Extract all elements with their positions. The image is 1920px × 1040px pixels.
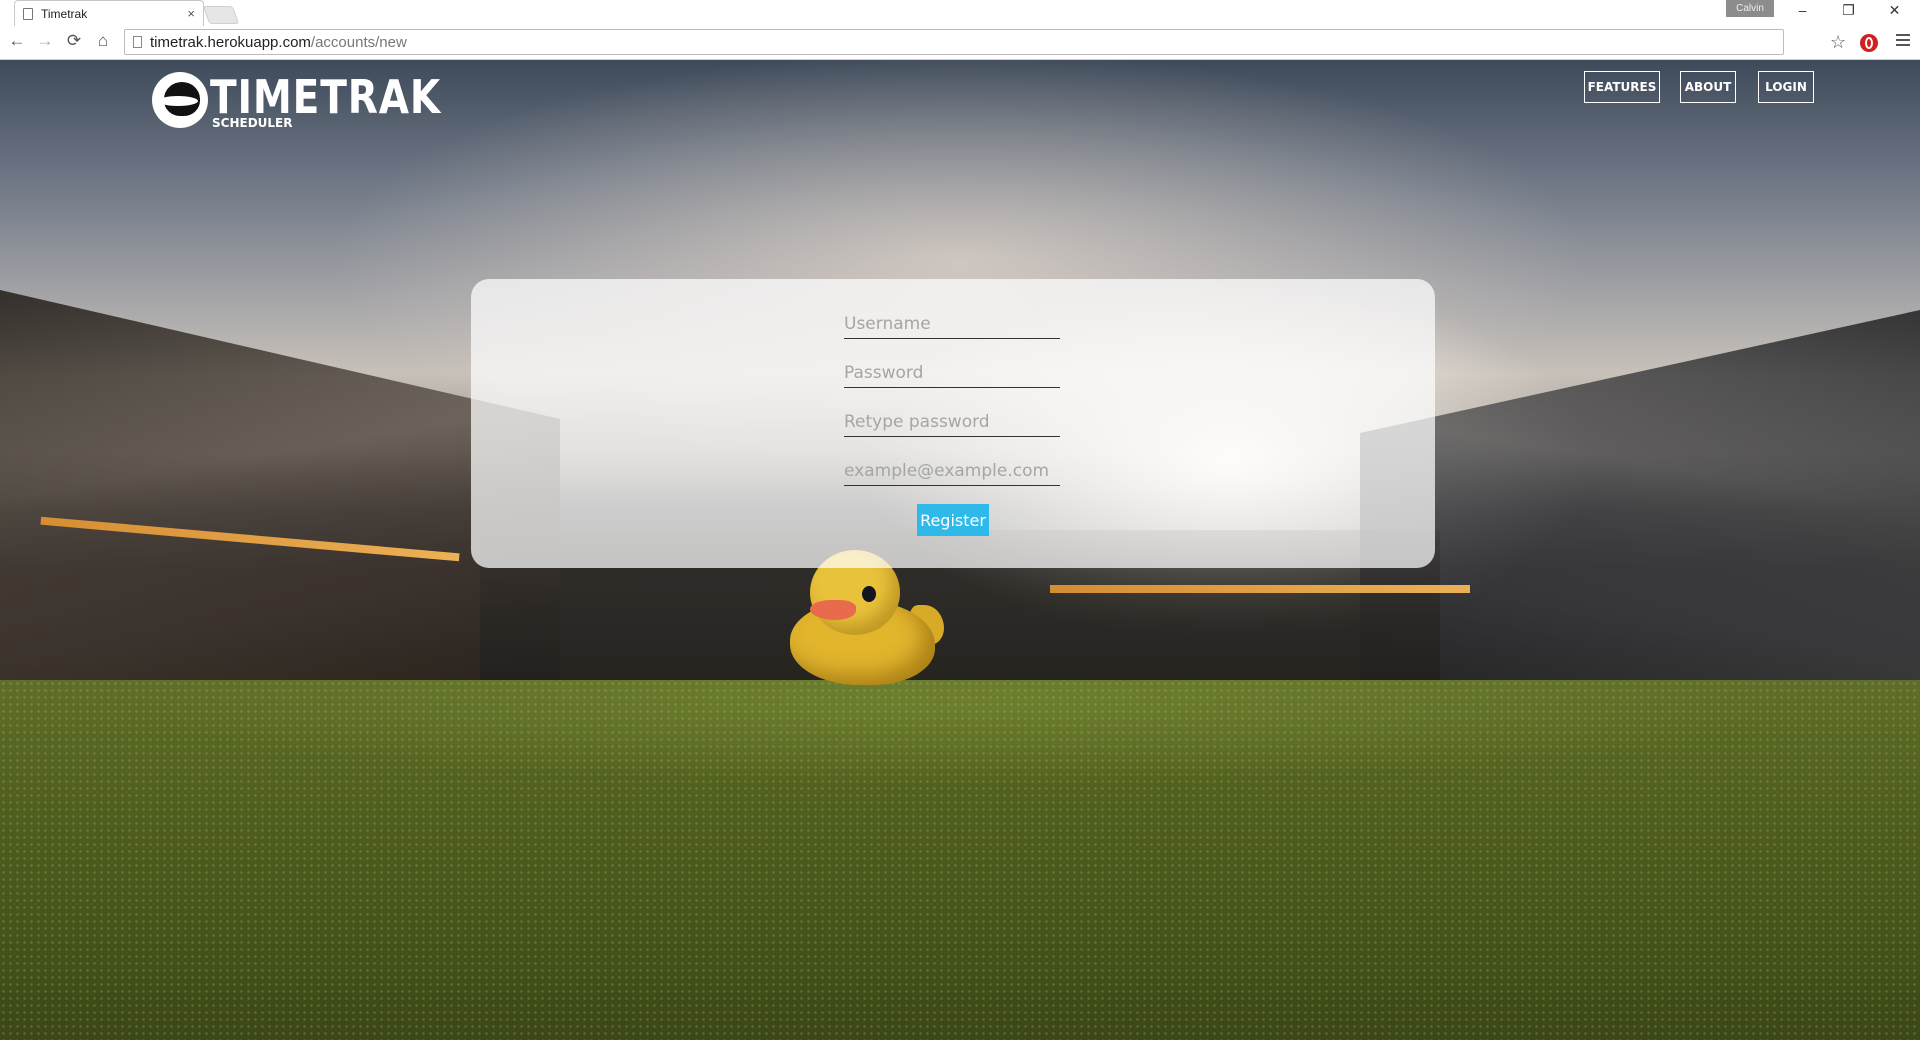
- page-icon: [23, 7, 33, 20]
- site-logo[interactable]: TIMETRAK SCHEDULER: [152, 70, 440, 132]
- stadium-light-stripe: [1050, 585, 1470, 593]
- grass-field: [0, 680, 1920, 1040]
- page-viewport: TIMETRAK SCHEDULER FEATURES ABOUT LOGIN …: [0, 60, 1920, 1040]
- registration-form-panel: Register: [471, 279, 1435, 568]
- nav-about-link[interactable]: ABOUT: [1680, 71, 1736, 103]
- restore-icon[interactable]: ❐: [1826, 2, 1871, 19]
- url-host: timetrak.herokuapp.com: [150, 33, 311, 51]
- address-bar[interactable]: timetrak.herokuapp.com/accounts/new: [124, 29, 1784, 55]
- home-icon[interactable]: ⌂: [92, 31, 114, 51]
- retype-password-input[interactable]: [844, 407, 1060, 437]
- close-tab-icon[interactable]: ×: [187, 6, 195, 21]
- nav-features-link[interactable]: FEATURES: [1584, 71, 1660, 103]
- page-info-icon[interactable]: [133, 36, 142, 48]
- browser-toolbar: ← → ⟳ ⌂ timetrak.herokuapp.com/accounts/…: [0, 26, 1920, 60]
- back-icon[interactable]: ←: [6, 31, 28, 51]
- url-path: /accounts/new: [310, 33, 407, 51]
- reload-icon[interactable]: ⟳: [63, 31, 85, 51]
- minimize-icon[interactable]: –: [1780, 2, 1825, 18]
- new-tab-button[interactable]: [202, 6, 240, 24]
- forward-icon[interactable]: →: [34, 31, 56, 51]
- menu-icon[interactable]: [1896, 34, 1910, 49]
- profile-badge[interactable]: Calvin: [1726, 0, 1774, 17]
- logo-bird-icon: [152, 72, 208, 128]
- browser-tab[interactable]: Timetrak ×: [14, 0, 204, 26]
- bookmark-star-icon[interactable]: ☆: [1830, 32, 1846, 53]
- logo-subtitle: SCHEDULER: [212, 116, 293, 130]
- register-button[interactable]: Register: [917, 504, 989, 536]
- tab-title: Timetrak: [41, 6, 88, 21]
- nav-login-link[interactable]: LOGIN: [1758, 71, 1814, 103]
- stadium-stands-right: [1360, 310, 1920, 720]
- password-input[interactable]: [844, 358, 1060, 388]
- email-input[interactable]: [844, 456, 1060, 486]
- extension-icon[interactable]: [1860, 34, 1878, 52]
- close-window-icon[interactable]: ✕: [1872, 2, 1917, 19]
- tab-strip: Timetrak × Calvin – ❐ ✕: [0, 0, 1920, 26]
- rubber-duck-image: [790, 550, 944, 685]
- username-input[interactable]: [844, 309, 1060, 339]
